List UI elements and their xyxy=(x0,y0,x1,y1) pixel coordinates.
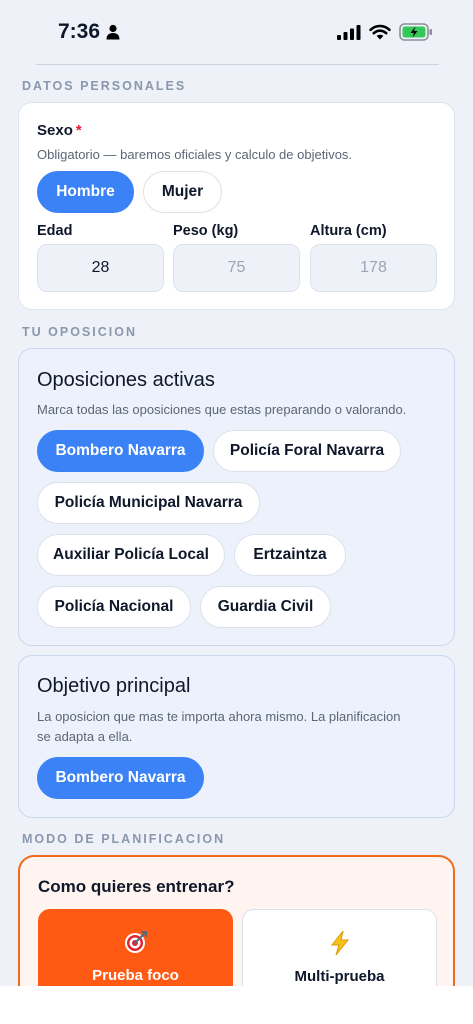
lightning-icon xyxy=(330,930,349,956)
sex-label: Sexo xyxy=(37,122,73,139)
opposition-chip-policia-nacional[interactable]: Policía Nacional xyxy=(37,586,191,628)
bottom-edge xyxy=(0,986,473,1024)
weight-input[interactable]: 75 xyxy=(173,244,300,292)
status-time: 7:36 xyxy=(58,20,120,44)
section-label-planning: MODO DE PLANIFICACION xyxy=(22,832,226,846)
main-goal-chip-bombero-navarra[interactable]: Bombero Navarra xyxy=(37,757,204,799)
weight-label: Peso (kg) xyxy=(173,223,239,239)
mode-label-multi-prueba: Multi-prueba xyxy=(294,968,385,985)
mode-label-prueba-foco: Prueba foco xyxy=(92,967,179,984)
planning-mode-card: Como quieres entrenar? Prueba foco Multi… xyxy=(18,855,455,999)
age-input[interactable]: 28 xyxy=(37,244,164,292)
opposition-chip-policia-municipal-navarra[interactable]: Policía Municipal Navarra xyxy=(37,482,260,524)
main-goal-title: Objetivo principal xyxy=(37,675,191,697)
person-icon xyxy=(106,24,120,40)
sex-option-mujer[interactable]: Mujer xyxy=(143,171,222,213)
opposition-chip-auxiliar-policia-local[interactable]: Auxiliar Policía Local xyxy=(37,534,225,576)
header-divider xyxy=(36,64,439,65)
battery-charging-icon xyxy=(399,23,432,41)
planning-title: Como quieres entrenar? xyxy=(38,877,235,896)
main-goal-hint-line1: La oposicion que mas te importa ahora mi… xyxy=(37,709,401,724)
sex-hint: Obligatorio — baremos oficiales y calcul… xyxy=(37,147,353,162)
sex-field-title: Sexo * xyxy=(37,122,82,140)
age-label: Edad xyxy=(37,223,73,239)
active-oppositions-card: Oposiciones activas Marca todas las opos… xyxy=(18,348,455,646)
target-icon xyxy=(124,931,147,953)
main-goal-hint-line2: se adapta a ella. xyxy=(37,729,133,744)
wifi-icon xyxy=(369,24,391,40)
status-bar: 7:36 xyxy=(0,0,473,64)
status-icons xyxy=(337,23,433,41)
opposition-chip-policia-foral-navarra[interactable]: Policía Foral Navarra xyxy=(213,430,401,472)
active-oppositions-hint: Marca todas las oposiciones que estas pr… xyxy=(37,402,407,417)
main-goal-card: Objetivo principal La oposicion que mas … xyxy=(18,655,455,818)
cellular-signal-icon xyxy=(337,25,361,40)
active-oppositions-title: Oposiciones activas xyxy=(37,369,215,391)
time-text: 7:36 xyxy=(58,20,101,43)
opposition-chip-bombero-navarra[interactable]: Bombero Navarra xyxy=(37,430,204,472)
personal-data-card: Sexo * Obligatorio — baremos oficiales y … xyxy=(18,102,455,310)
opposition-chip-guardia-civil[interactable]: Guardia Civil xyxy=(200,586,331,628)
opposition-chip-ertzaintza[interactable]: Ertzaintza xyxy=(234,534,346,576)
height-label: Altura (cm) xyxy=(310,223,387,239)
section-label-opposition: TU OPOSICION xyxy=(22,325,137,339)
height-input[interactable]: 178 xyxy=(310,244,437,292)
sex-option-hombre[interactable]: Hombre xyxy=(37,171,134,213)
required-mark: * xyxy=(75,122,82,139)
section-label-personal: DATOS PERSONALES xyxy=(22,79,187,93)
